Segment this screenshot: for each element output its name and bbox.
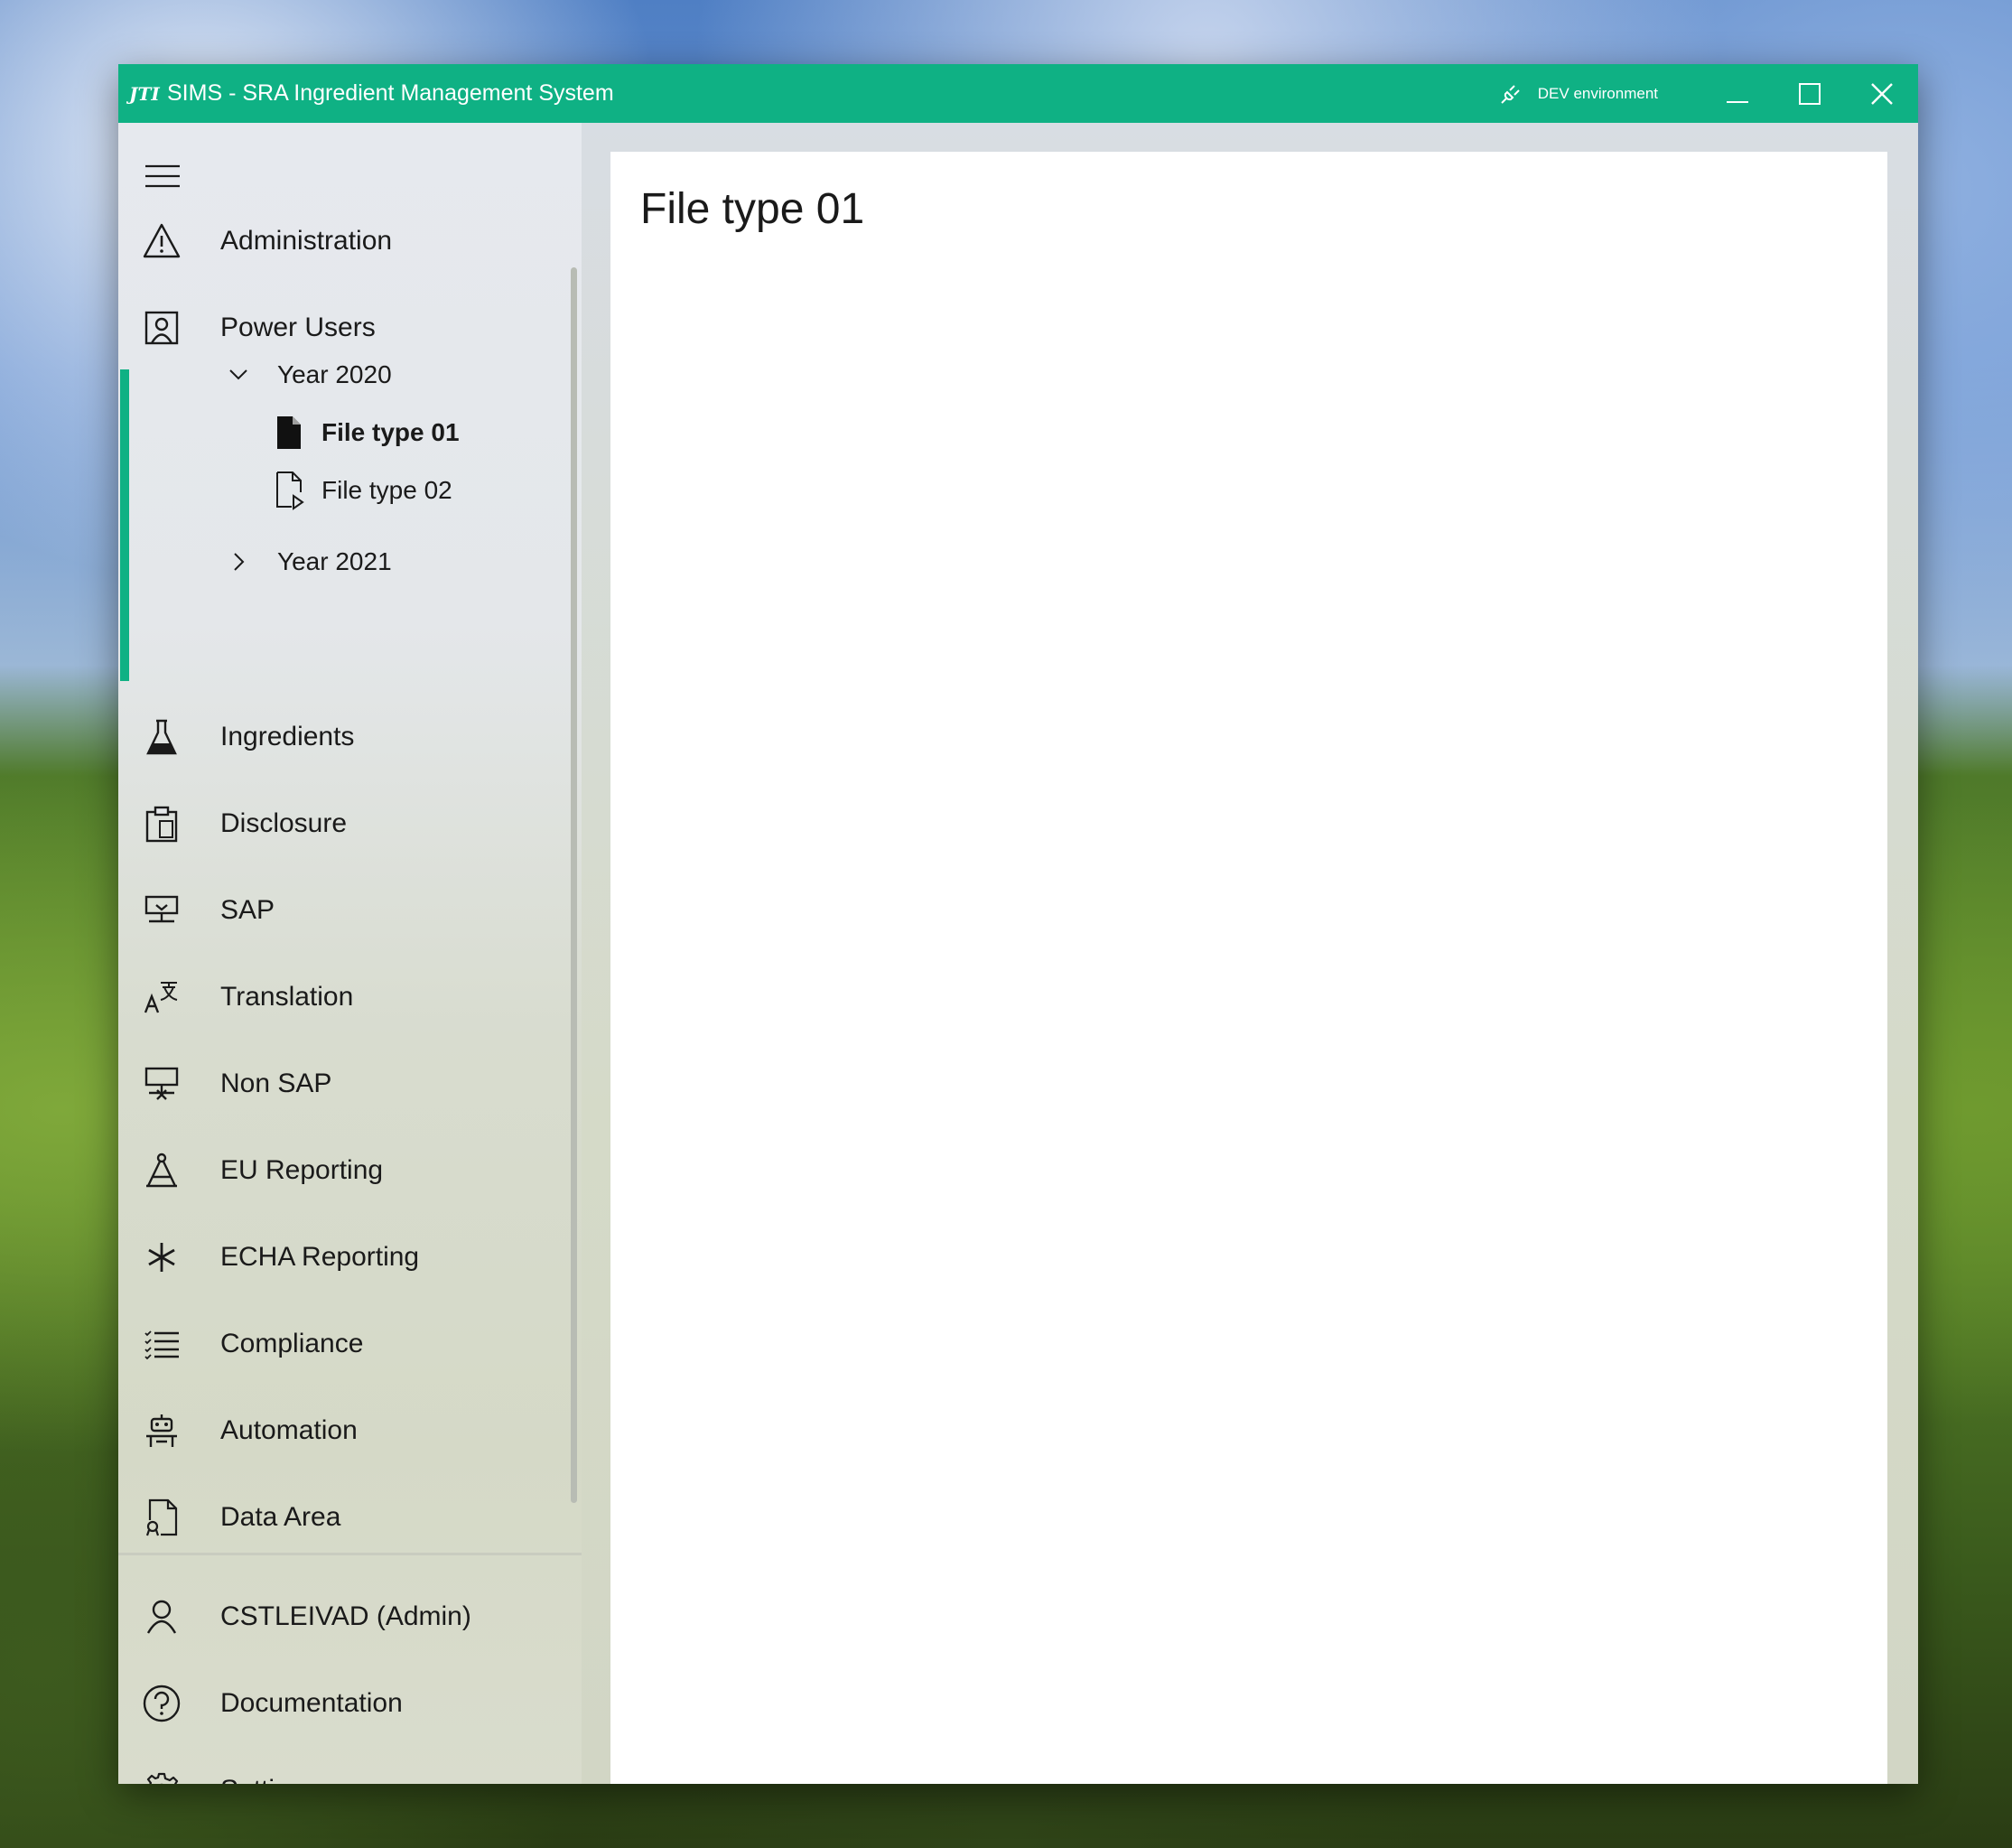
environment-label: DEV environment: [1537, 84, 1658, 102]
nav-item-user-account[interactable]: CSTLEIVAD (Admin): [118, 1578, 570, 1656]
app-title: SIMS - SRA Ingredient Management System: [167, 80, 614, 106]
app-window: JTI SIMS - SRA Ingredient Management Sys…: [118, 64, 1918, 1784]
nav-item-automation[interactable]: Automation: [118, 1392, 570, 1470]
network-monitor-icon: [142, 891, 182, 930]
tree-item-year-2020[interactable]: Year 2020: [227, 348, 392, 402]
document-filled-icon: [277, 416, 301, 449]
nav-item-compliance[interactable]: Compliance: [118, 1305, 570, 1383]
tree-label: Year 2021: [277, 547, 392, 575]
nav-item-translation[interactable]: Translation: [118, 958, 570, 1036]
tree-item-file-type-02[interactable]: File type 02: [274, 463, 452, 518]
page-title: File type 01: [640, 185, 865, 233]
clipboard-icon: [142, 804, 182, 844]
nav-label: Non SAP: [220, 1069, 332, 1098]
help-circle-icon: [142, 1684, 182, 1723]
close-button[interactable]: [1846, 64, 1918, 123]
navigation-pane: Administration Power Users Year 2020 Fil…: [118, 123, 582, 1784]
maximize-icon: [1799, 82, 1821, 105]
flask-icon: [142, 717, 182, 757]
nav-item-administration[interactable]: Administration: [118, 202, 570, 280]
nav-label: Settings: [220, 1775, 318, 1784]
nav-label: Power Users: [220, 313, 376, 342]
nav-label: Documentation: [220, 1688, 403, 1718]
document-play-icon: [276, 471, 304, 510]
nav-scrollbar[interactable]: [571, 267, 577, 1503]
nav-item-sap[interactable]: SAP: [118, 872, 570, 949]
network-disconnect-icon: [142, 1064, 182, 1104]
contact-card-icon: [142, 308, 182, 348]
nav-divider: [118, 1553, 582, 1555]
tree-item-file-type-01[interactable]: File type 01: [274, 406, 460, 460]
nav-item-non-sap[interactable]: Non SAP: [118, 1045, 570, 1123]
nav-label: Compliance: [220, 1329, 364, 1358]
tree-label: File type 02: [321, 476, 452, 504]
content-area: File type 01: [582, 123, 1918, 1784]
robot-icon: [142, 1411, 182, 1451]
nav-item-disclosure[interactable]: Disclosure: [118, 785, 570, 863]
selected-indicator: [120, 369, 129, 681]
nav-label: Translation: [220, 982, 354, 1012]
chevron-right-icon: [234, 553, 245, 571]
minimize-icon: [1727, 100, 1748, 103]
asterisk-icon: [142, 1237, 182, 1277]
nav-item-settings[interactable]: Settings: [118, 1751, 570, 1784]
maximize-button[interactable]: [1774, 64, 1846, 123]
warning-icon: [142, 221, 182, 261]
close-icon: [1871, 82, 1893, 105]
nav-label: ECHA Reporting: [220, 1242, 420, 1272]
nav-label: Automation: [220, 1415, 358, 1445]
translate-icon: [142, 977, 182, 1017]
nav-label: Disclosure: [220, 808, 348, 838]
jti-logo: JTI: [129, 82, 160, 105]
nav-label: Ingredients: [220, 722, 355, 751]
compass-icon: [142, 1151, 182, 1190]
tree-label: File type 01: [321, 418, 460, 446]
tree-label: Year 2020: [277, 360, 392, 388]
nav-item-eu-reporting[interactable]: EU Reporting: [118, 1132, 570, 1209]
content-panel: File type 01: [610, 152, 1887, 1784]
chevron-down-icon: [229, 369, 247, 380]
nav-item-echa-reporting[interactable]: ECHA Reporting: [118, 1218, 570, 1296]
checklist-icon: [142, 1324, 182, 1364]
nav-label: Data Area: [220, 1502, 341, 1532]
person-icon: [142, 1597, 182, 1637]
nav-item-ingredients[interactable]: Ingredients: [118, 698, 570, 776]
tree-item-year-2021[interactable]: Year 2021: [227, 535, 392, 589]
nav-label: Administration: [220, 226, 393, 256]
title-bar[interactable]: JTI SIMS - SRA Ingredient Management Sys…: [118, 64, 1918, 123]
document-search-icon: [142, 1498, 182, 1537]
nav-label: EU Reporting: [220, 1155, 384, 1185]
nav-item-data-area[interactable]: Data Area: [118, 1479, 570, 1556]
nav-label: CSTLEIVAD (Admin): [220, 1601, 471, 1631]
hamburger-menu-icon[interactable]: [144, 163, 182, 190]
minimize-button[interactable]: [1701, 64, 1774, 123]
plug-icon: [1501, 84, 1520, 104]
nav-label: SAP: [220, 895, 275, 925]
nav-item-documentation[interactable]: Documentation: [118, 1665, 570, 1742]
gear-icon: [142, 1770, 182, 1784]
